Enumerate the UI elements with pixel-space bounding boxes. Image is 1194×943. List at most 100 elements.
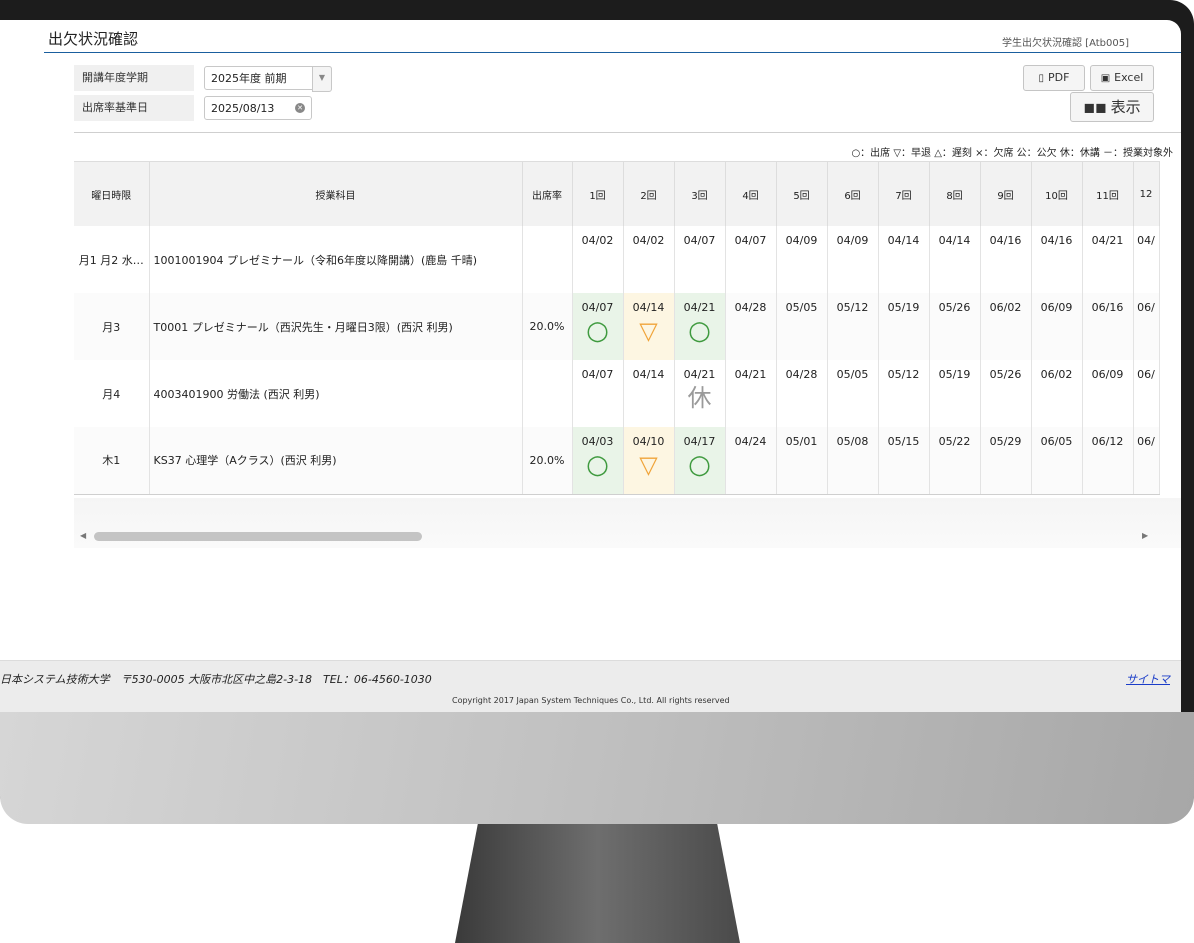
session-cell: 04/21 ○ xyxy=(674,293,726,360)
session-date: 06/09 xyxy=(1091,368,1124,381)
subject-cell: T0001 プレゼミナール（西沢先生・月曜日3限）(西沢 利男) xyxy=(149,293,523,360)
session-cell: 04/28 xyxy=(776,360,828,427)
session-cell: 06/05 xyxy=(1031,427,1083,495)
session-cell: 04/28 xyxy=(725,293,777,360)
rate-cell xyxy=(522,360,573,427)
col-header: 6回 xyxy=(827,161,879,226)
session-date: 05/26 xyxy=(989,368,1022,381)
session-date: 04/ xyxy=(1137,234,1155,247)
session-date: 05/22 xyxy=(938,435,971,448)
horizontal-scrollbar[interactable] xyxy=(94,532,422,541)
footer: 日本システム技術大学 〒530-0005 大阪市北区中之島2-3-18 TEL：… xyxy=(0,660,1181,712)
term-select[interactable]: 2025年度 前期 ▼ xyxy=(204,66,332,92)
col-header: 4回 xyxy=(725,161,777,226)
session-date: 04/21 xyxy=(683,368,716,381)
session-cell: 05/26 xyxy=(929,293,981,360)
col-header: 5回 xyxy=(776,161,828,226)
session-cell: 04/21 休 xyxy=(674,360,726,427)
session-date: 04/14 xyxy=(632,368,665,381)
session-cell: 04/02 xyxy=(623,226,675,293)
session-date: 04/02 xyxy=(632,234,665,247)
session-date: 06/16 xyxy=(1091,301,1124,314)
session-date: 05/29 xyxy=(989,435,1022,448)
cancelled-mark: 休 xyxy=(687,384,712,412)
sitemap-link[interactable]: サイトマ xyxy=(1126,671,1170,687)
session-date: 04/03 xyxy=(581,435,614,448)
col-header: 7回 xyxy=(878,161,930,226)
session-cell: 04/14 xyxy=(623,360,675,427)
footer-address: 日本システム技術大学 〒530-0005 大阪市北区中之島2-3-18 TEL：… xyxy=(0,673,432,686)
monitor-stand xyxy=(455,824,740,943)
clear-icon[interactable]: ✕ xyxy=(295,103,305,113)
session-cell: 05/05 xyxy=(776,293,828,360)
table-row: 月3 T0001 プレゼミナール（西沢先生・月曜日3限）(西沢 利男) 20.0% 0… xyxy=(74,293,1160,360)
pdf-icon: ▯ xyxy=(1038,73,1045,84)
chevron-down-icon[interactable]: ▼ xyxy=(312,66,332,92)
session-cell: 04/07 xyxy=(572,360,624,427)
session-date: 06/02 xyxy=(1040,368,1073,381)
table-row: 月1 月2 水… 1001001904 プレゼミナール（令和6年度以降開講）(鹿島… xyxy=(74,226,1160,293)
session-cell: 04/07 xyxy=(725,226,777,293)
session-cell: 04/02 xyxy=(572,226,624,293)
col-header: 10回 xyxy=(1031,161,1083,226)
session-cell: 05/22 xyxy=(929,427,981,495)
session-date: 05/19 xyxy=(887,301,920,314)
session-date: 04/14 xyxy=(887,234,920,247)
excel-button-label: Excel xyxy=(1114,71,1144,84)
present-mark: ○ xyxy=(586,316,609,346)
session-date: 04/21 xyxy=(1091,234,1124,247)
session-cell: 04/09 xyxy=(827,226,879,293)
session-cell: 06/ xyxy=(1133,293,1160,360)
session-cell: 04/10 ▽ xyxy=(623,427,675,495)
session-date: 04/16 xyxy=(989,234,1022,247)
page-title: 出欠状況確認 xyxy=(48,30,139,48)
rate-cell: 20.0% xyxy=(522,427,573,495)
col-header: 授業科目 xyxy=(149,161,523,226)
session-cell: 04/03 ○ xyxy=(572,427,624,495)
base-date-value: 2025/08/13 xyxy=(211,102,275,115)
period-cell: 月1 月2 水… xyxy=(74,226,150,293)
session-date: 06/05 xyxy=(1040,435,1073,448)
session-date: 04/09 xyxy=(785,234,818,247)
early-leave-mark: ▽ xyxy=(639,451,658,479)
early-leave-mark: ▽ xyxy=(639,317,658,345)
session-cell: 04/07 xyxy=(674,226,726,293)
session-cell: 05/26 xyxy=(980,360,1032,427)
session-cell: 04/07 ○ xyxy=(572,293,624,360)
pdf-button[interactable]: ▯ PDF xyxy=(1023,65,1085,91)
session-date: 04/14 xyxy=(938,234,971,247)
base-date-input[interactable]: 2025/08/13 ✕ xyxy=(204,96,312,120)
subject-cell: KS37 心理学（Aクラス）(西沢 利男) xyxy=(149,427,523,495)
session-cell: 06/ xyxy=(1133,360,1160,427)
session-date: 06/ xyxy=(1137,368,1155,381)
session-cell: 05/15 xyxy=(878,427,930,495)
attendance-legend: ○：出席 ▽：早退 △：遅刻 ×：欠席 公：公欠 休：休講 －：授業対象外 xyxy=(851,148,1173,159)
scroll-left-icon[interactable]: ◀ xyxy=(80,531,86,540)
session-date: 04/21 xyxy=(734,368,767,381)
session-date: 04/07 xyxy=(581,368,614,381)
session-date: 05/01 xyxy=(785,435,818,448)
session-date: 04/09 xyxy=(836,234,869,247)
monitor-chin xyxy=(0,712,1194,824)
session-cell: 06/02 xyxy=(980,293,1032,360)
session-date: 04/16 xyxy=(1040,234,1073,247)
session-date: 05/08 xyxy=(836,435,869,448)
session-date: 04/24 xyxy=(734,435,767,448)
col-header: 出席率 xyxy=(522,161,573,226)
session-date: 06/09 xyxy=(1040,301,1073,314)
excel-button[interactable]: ▣ Excel xyxy=(1090,65,1154,91)
session-date: 06/02 xyxy=(989,301,1022,314)
pdf-button-label: PDF xyxy=(1048,71,1070,84)
term-label: 開講年度学期 xyxy=(74,65,194,91)
excel-icon: ▣ xyxy=(1100,73,1111,84)
present-mark: ○ xyxy=(688,316,711,346)
table-header-row: 曜日時限 授業科目 出席率 1回 2回 3回 4回 5回 6回 7回 8回 9回… xyxy=(74,161,1160,226)
subject-cell: 1001001904 プレゼミナール（令和6年度以降開講）(鹿島 千晴) xyxy=(149,226,523,293)
scroll-right-icon[interactable]: ▶ xyxy=(1142,531,1148,540)
show-button[interactable]: ◼◼ 表示 xyxy=(1070,92,1154,122)
period-cell: 月4 xyxy=(74,360,150,427)
session-cell: 05/01 xyxy=(776,427,828,495)
col-header: 12 xyxy=(1133,161,1160,226)
session-cell: 04/17 ○ xyxy=(674,427,726,495)
rate-cell: 20.0% xyxy=(522,293,573,360)
